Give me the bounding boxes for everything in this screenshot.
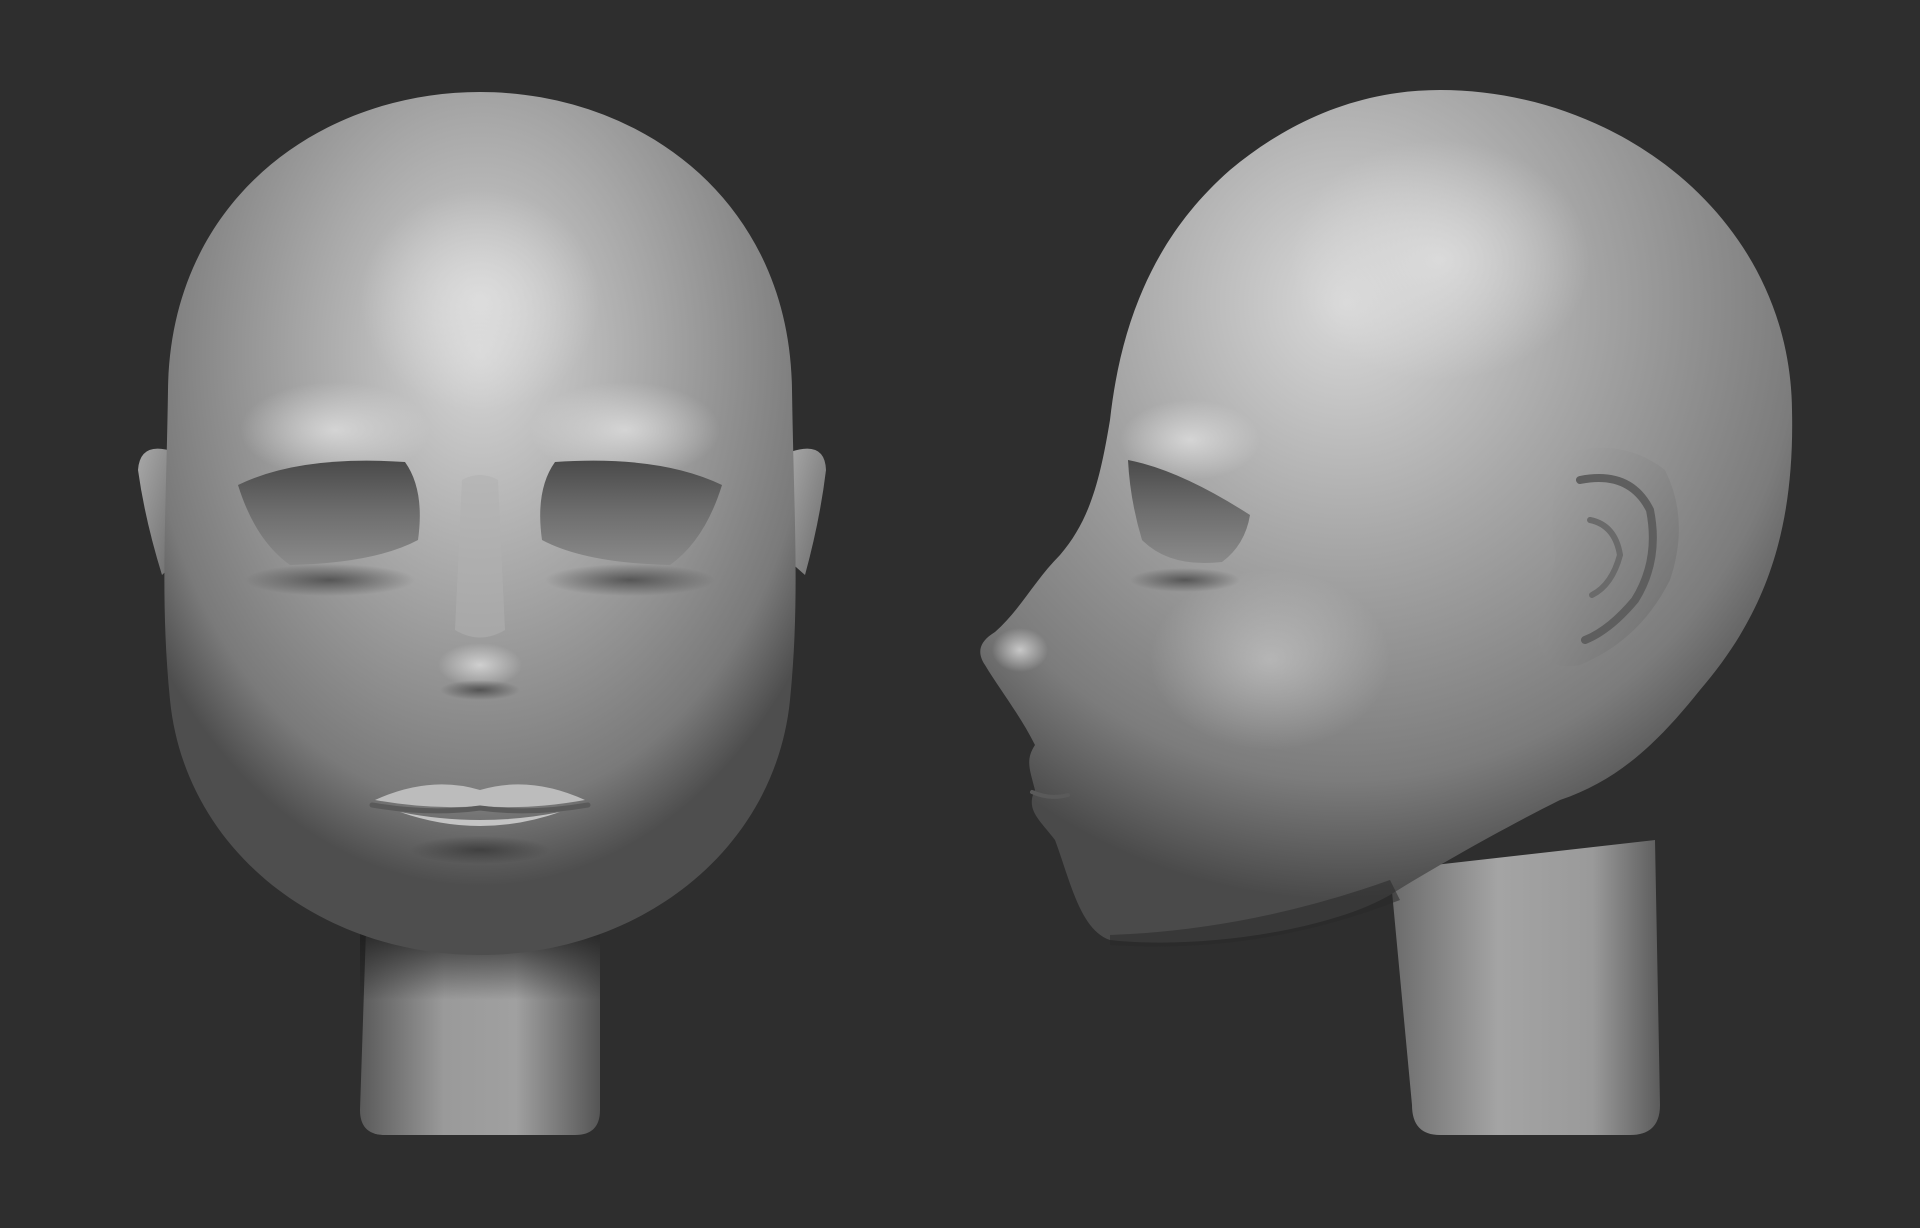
render-viewport (0, 0, 1920, 1228)
front-under-eye-shadow-right (545, 564, 715, 596)
front-nose-shadow (440, 680, 520, 700)
front-view-head (138, 92, 826, 1135)
side-view-head (980, 90, 1793, 1135)
front-nose-bridge (455, 475, 505, 638)
side-cheek-highlight (1150, 570, 1390, 750)
front-chin-shadow (410, 836, 550, 864)
sculpt-render (138, 90, 1793, 1135)
front-forehead-highlight (360, 190, 600, 410)
side-crown-highlight (1290, 140, 1590, 380)
front-under-eye-shadow-left (245, 564, 415, 596)
side-neck (1390, 840, 1660, 1135)
side-under-eye-shadow (1130, 568, 1240, 592)
side-nose-tip (992, 628, 1048, 672)
